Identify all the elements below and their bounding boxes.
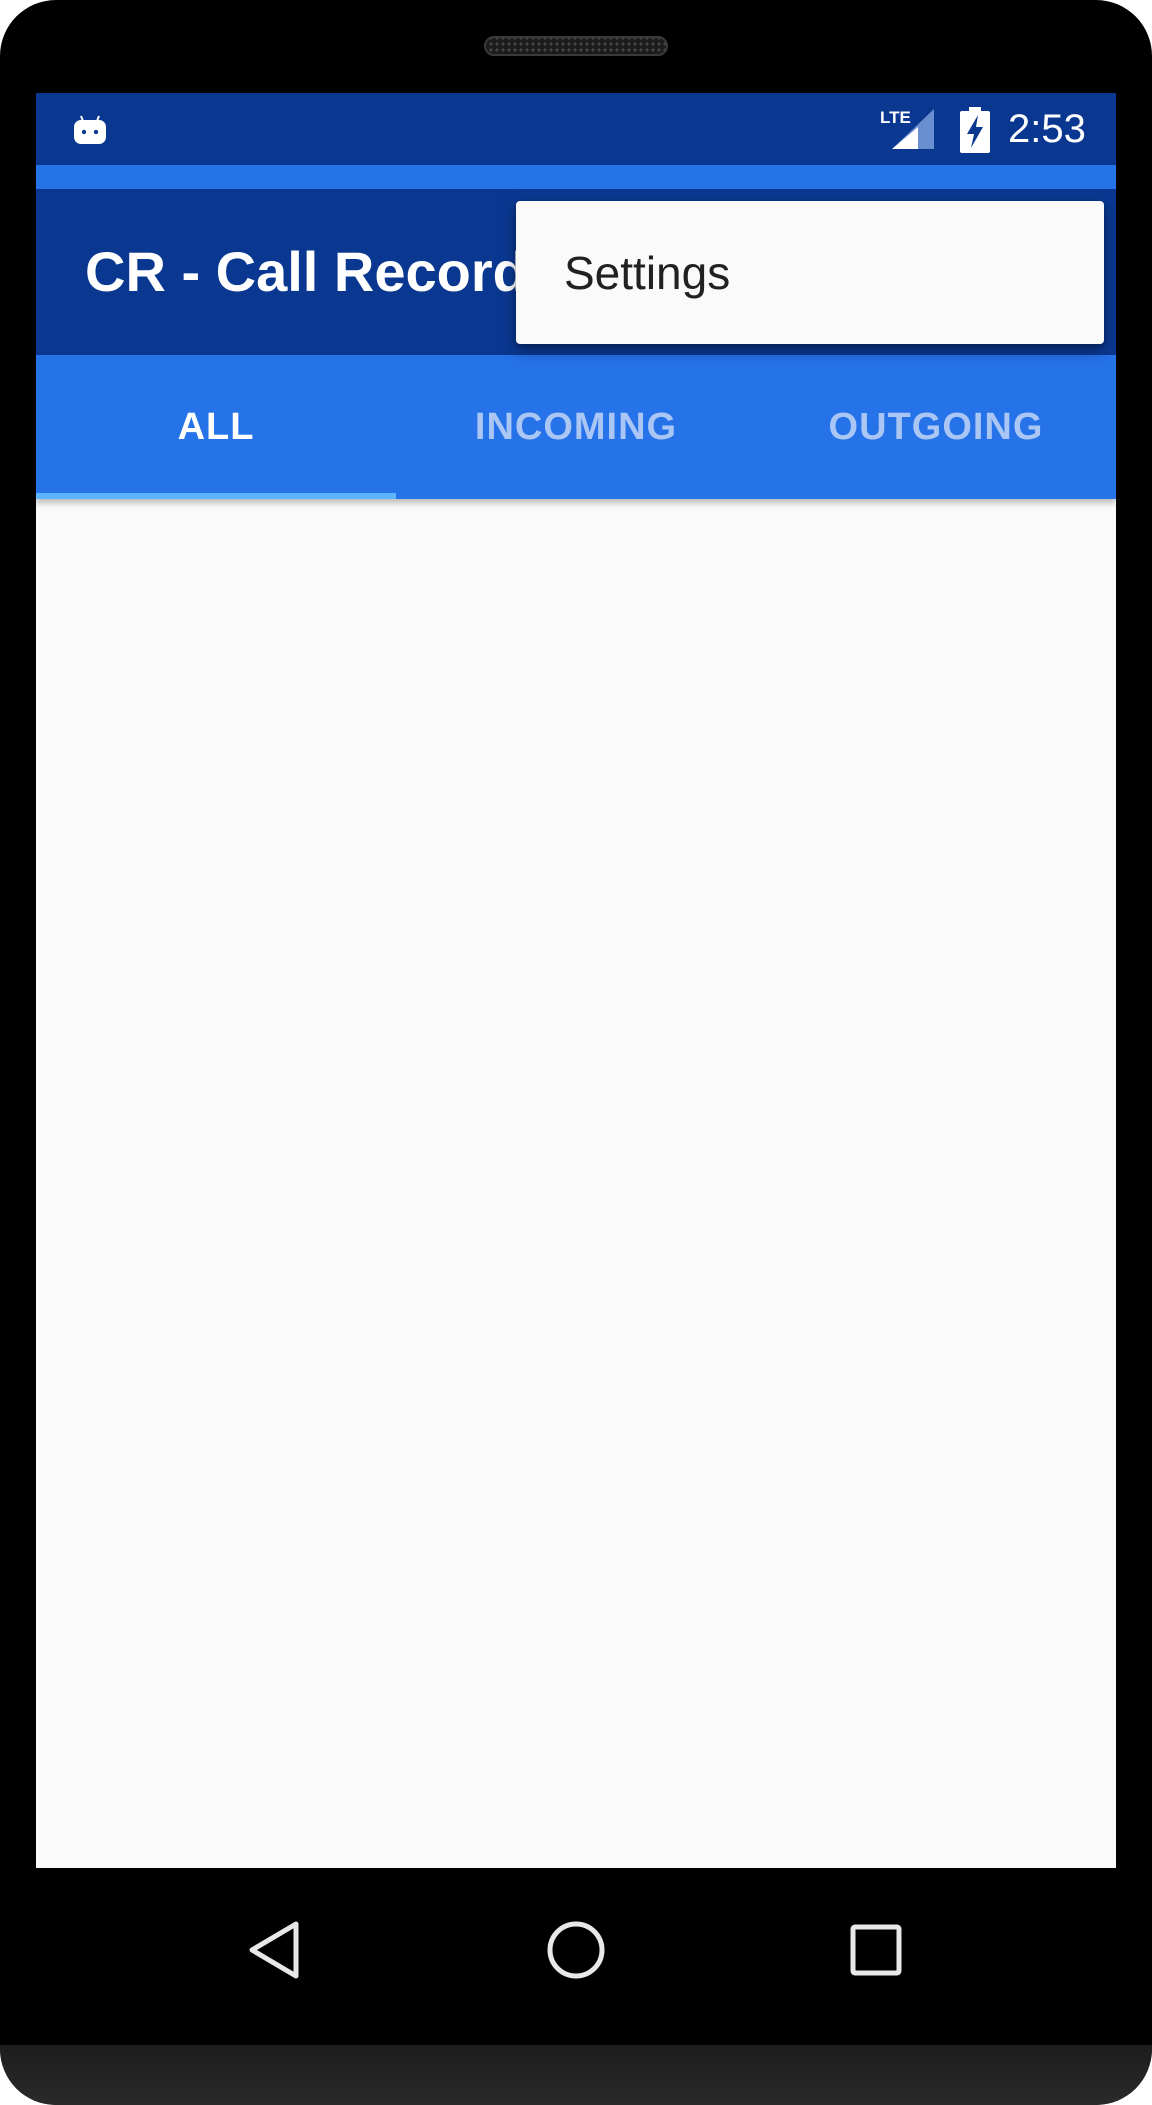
tab-indicator xyxy=(36,493,396,499)
home-icon[interactable] xyxy=(536,1910,616,1990)
tab-incoming[interactable]: INCOMING xyxy=(396,355,756,499)
battery-charging-icon xyxy=(960,107,990,153)
recents-icon[interactable] xyxy=(836,1910,916,1990)
tab-label: ALL xyxy=(177,405,255,448)
navigation-bar xyxy=(0,1868,1152,2045)
status-clock: 2:53 xyxy=(1008,107,1086,151)
android-debug-icon xyxy=(74,115,106,144)
phone-bottom-edge xyxy=(0,2045,1152,2105)
overflow-menu: Settings xyxy=(516,201,1104,344)
earpiece-speaker xyxy=(484,36,668,56)
svg-text:LTE: LTE xyxy=(880,108,911,127)
tab-bar: ALL INCOMING OUTGOING xyxy=(36,355,1116,499)
app-title: CR - Call Record xyxy=(85,240,527,303)
lte-signal-icon: LTE xyxy=(880,108,934,149)
tab-outgoing[interactable]: OUTGOING xyxy=(756,355,1116,499)
tab-all[interactable]: ALL xyxy=(36,355,396,499)
screen: LTE 2:53 CR - Call Record ALL INCOMING O… xyxy=(36,93,1116,1868)
phone-frame: LTE 2:53 CR - Call Record ALL INCOMING O… xyxy=(0,0,1152,2105)
status-accent-strip xyxy=(36,165,1116,189)
menu-item-settings[interactable]: Settings xyxy=(516,201,1104,344)
tab-label: INCOMING xyxy=(474,405,678,448)
tab-label: OUTGOING xyxy=(828,405,1044,448)
back-icon[interactable] xyxy=(236,1910,316,1990)
status-bar: LTE 2:53 xyxy=(36,93,1116,165)
